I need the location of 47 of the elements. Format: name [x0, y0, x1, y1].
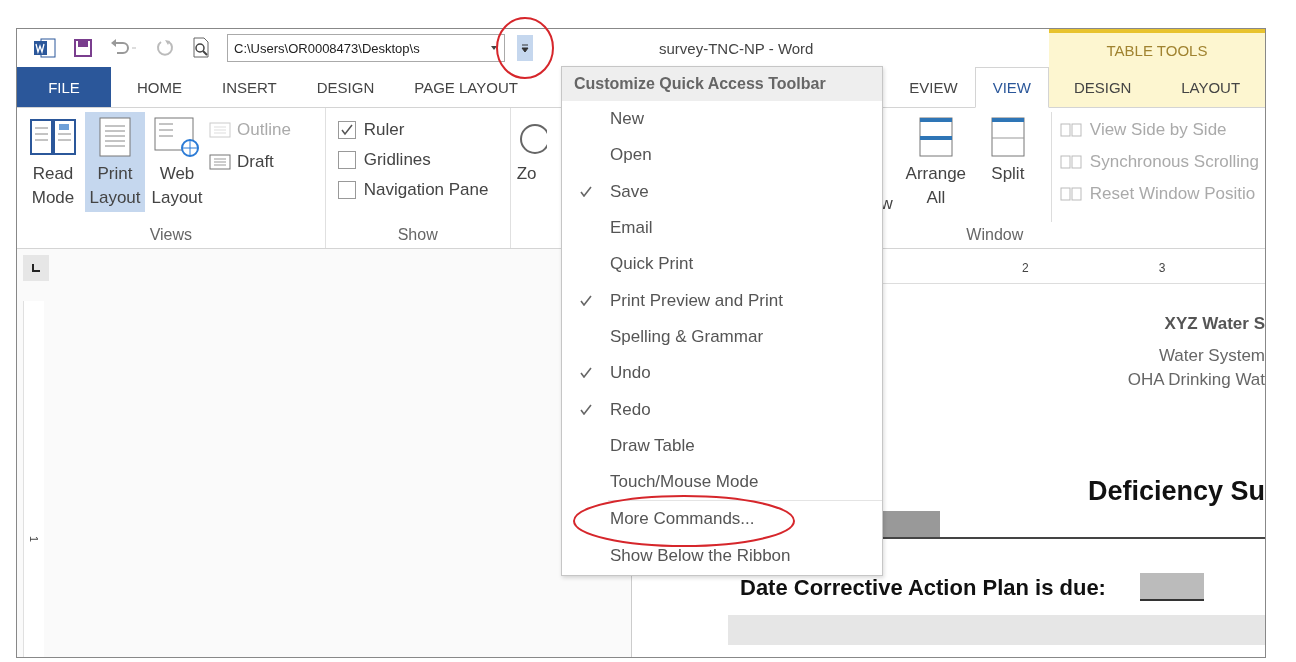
ribbon-tab[interactable]: HOME	[117, 67, 202, 107]
menu-item[interactable]: Draw Table	[562, 427, 882, 464]
document-heading: Deficiency Su	[1087, 476, 1265, 507]
document-text: XYZ Water S	[1164, 314, 1265, 334]
document-text: Date Corrective Action Plan is due:	[740, 575, 1106, 601]
checkbox[interactable]: Gridlines	[337, 150, 431, 170]
menu-title: Customize Quick Access Toolbar	[562, 67, 882, 101]
checkbox[interactable]: Ruler	[337, 120, 405, 140]
group-label: Views	[148, 226, 194, 245]
ribbon-tab[interactable]: INSERT	[202, 67, 297, 107]
ruler-number: 2	[1022, 261, 1029, 275]
checkbox[interactable]: Navigation Pane	[337, 180, 489, 200]
group-label: Window	[965, 226, 1025, 245]
contextual-title: TABLE TOOLS	[1106, 41, 1208, 59]
ribbon-tab[interactable]: EVIEW	[892, 67, 975, 107]
group-label: Show	[396, 226, 439, 245]
ribbon-tab[interactable]: DESIGN	[296, 67, 395, 107]
zoom-button[interactable]: Zo	[516, 112, 557, 186]
menu-item[interactable]: Print Preview and Print	[562, 282, 882, 319]
path-combo[interactable]: C:\Users\OR0008473\Desktop\s	[227, 34, 505, 62]
menu-item[interactable]: Undo	[562, 355, 882, 392]
ribbon-tab[interactable]: FILE	[17, 67, 111, 107]
view-mode-button[interactable]: Web Layout	[147, 112, 207, 212]
ribbon-tab[interactable]: PAGE LAYOUT	[394, 67, 538, 107]
menu-item[interactable]: Spelling & Grammar	[562, 318, 882, 356]
menu-item[interactable]: More Commands...	[562, 501, 882, 538]
ribbon-tab[interactable]: DESIGN	[1056, 67, 1149, 107]
ruler-number: 3	[1158, 261, 1166, 275]
view-mode-button[interactable]: Draft	[209, 152, 291, 172]
menu-item[interactable]: New	[562, 101, 882, 138]
menu-item[interactable]: Quick Print	[562, 246, 882, 283]
ruler-number: 1	[28, 535, 40, 543]
ribbon-tab[interactable]: VIEW	[974, 67, 1049, 108]
menu-item[interactable]: Touch/Mouse Mode	[562, 463, 882, 501]
menu-item[interactable]: Save	[562, 173, 882, 210]
view-mode-button[interactable]: Read Mode	[23, 112, 83, 212]
menu-item[interactable]: Show Below the Ribbon	[562, 537, 882, 574]
menu-item[interactable]: Email	[562, 209, 882, 247]
window-button[interactable]: Split	[972, 112, 1043, 188]
menu-item[interactable]: Redo	[562, 391, 882, 428]
menu-item[interactable]: Open	[562, 137, 882, 174]
window-button[interactable]: Arrange All	[900, 112, 971, 212]
window-title: survey-TNC-NP - Word	[659, 39, 814, 57]
view-mode-button[interactable]: Print Layout	[85, 112, 145, 212]
document-text: OHA Drinking Wat	[1127, 369, 1265, 391]
ribbon-tab[interactable]: LAYOUT	[1164, 67, 1258, 107]
document-text: Water System	[1158, 345, 1265, 367]
